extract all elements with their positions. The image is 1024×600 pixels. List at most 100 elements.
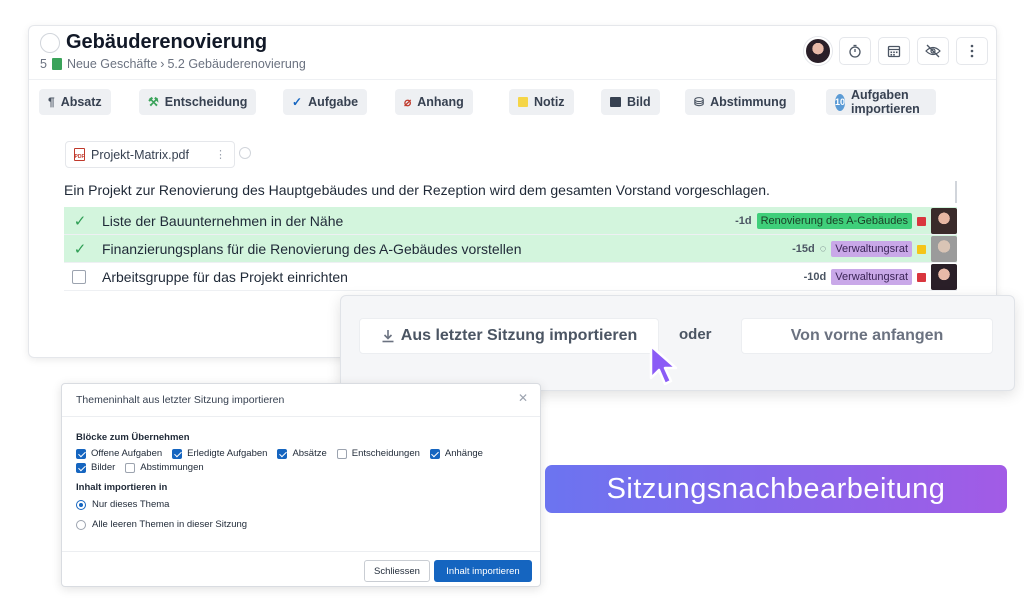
checkbox-erledigte-aufgaben[interactable]: Erledigte Aufgaben: [172, 448, 267, 459]
timer-button[interactable]: [839, 37, 871, 65]
calendar-button[interactable]: [878, 37, 910, 65]
pdf-icon: PDF: [74, 148, 85, 161]
radio-this-topic[interactable]: Nur dieses Thema: [76, 499, 169, 510]
close-button[interactable]: Schliessen: [364, 560, 430, 582]
feature-banner: Sitzungsnachbearbeitung: [545, 465, 1007, 513]
aufgaben-importieren-label: Aufgaben importieren: [851, 88, 920, 116]
due-days: -1d: [735, 215, 752, 227]
due-days: -10d: [803, 271, 827, 283]
priority-indicator[interactable]: [917, 216, 926, 226]
checkmark-icon[interactable]: ✓: [64, 212, 96, 230]
checkmark-icon: ✓: [292, 95, 303, 109]
start-fresh-button[interactable]: Von vorne anfangen: [741, 318, 993, 354]
priority-indicator[interactable]: [917, 272, 926, 282]
checkmark-icon[interactable]: ✓: [64, 240, 96, 258]
absatz-button[interactable]: ¶ Absatz: [39, 89, 111, 115]
task-meta: -10d Verwaltungsrat: [804, 263, 957, 291]
hide-button[interactable]: [917, 37, 949, 65]
aufgabe-button[interactable]: ✓ Aufgabe: [283, 89, 368, 115]
breadcrumb: 5 Neue Geschäfte › 5.2 Gebäuderenovierun…: [40, 57, 306, 71]
attachment-filename: Projekt-Matrix.pdf: [91, 147, 189, 162]
gavel-icon: ⚒: [148, 95, 159, 109]
entscheidung-button[interactable]: ⚒ Entscheidung: [139, 89, 257, 115]
paperclip-icon: ⌀: [404, 95, 412, 109]
divider: [62, 416, 540, 417]
import-last-meeting-label: Aus letzter Sitzung importieren: [400, 327, 638, 344]
calendar-icon: [887, 45, 901, 58]
task-meta: -15d ◌ Verwaltungsrat: [792, 235, 957, 263]
checkbox-absaetze[interactable]: Absätze: [277, 448, 327, 459]
abstimmung-label: Abstimmung: [710, 95, 787, 109]
import-dialog: Themeninhalt aus letzter Sitzung importi…: [61, 383, 541, 587]
attachment-chip[interactable]: PDF Projekt-Matrix.pdf ⋮: [65, 141, 235, 168]
task-row[interactable]: ✓ Finanzierungsplans für die Renovierung…: [64, 235, 957, 263]
anhang-label: Anhang: [417, 95, 464, 109]
aufgabe-label: Aufgabe: [308, 95, 359, 109]
checkbox-offene-aufgaben[interactable]: Offene Aufgaben: [76, 448, 162, 459]
abstimmung-button[interactable]: ⛁ Abstimmung: [685, 89, 796, 115]
dialog-title: Themeninhalt aus letzter Sitzung importi…: [76, 394, 285, 406]
checkbox-label: Absätze: [292, 448, 327, 459]
comment-icon[interactable]: ◌: [820, 243, 827, 255]
absatz-label: Absatz: [60, 95, 102, 109]
priority-indicator[interactable]: [917, 244, 926, 254]
import-last-meeting-button[interactable]: Aus letzter Sitzung importieren: [359, 318, 659, 354]
ballot-icon: ⛁: [694, 95, 705, 109]
avatar[interactable]: [931, 236, 957, 262]
task-text[interactable]: Finanzierungsplans für die Renovierung d…: [102, 241, 521, 257]
breadcrumb-item[interactable]: 5.2 Gebäuderenovierung: [167, 57, 305, 71]
task-text[interactable]: Liste der Bauunternehmen in der Nähe: [102, 213, 343, 229]
blocks-checkbox-row: Offene Aufgaben Erledigte Aufgaben Absät…: [76, 448, 493, 459]
task-text[interactable]: Arbeitsgruppe für das Projekt einrichten: [102, 269, 348, 285]
page-title: Gebäuderenovierung: [66, 31, 268, 53]
radio-label: Nur dieses Thema: [92, 499, 170, 510]
import-content-button[interactable]: Inhalt importieren: [434, 560, 532, 582]
task-checkbox[interactable]: [72, 269, 86, 284]
avatar[interactable]: [931, 264, 957, 290]
timer-icon: [849, 44, 861, 58]
anhang-button[interactable]: ⌀ Anhang: [395, 89, 473, 115]
topic-header: Gebäuderenovierung 5 Neue Geschäfte › 5.…: [29, 26, 996, 80]
entscheidung-label: Entscheidung: [164, 95, 248, 109]
task-row[interactable]: Arbeitsgruppe für das Projekt einrichten…: [64, 263, 957, 291]
divider: [62, 551, 540, 552]
topic-tag[interactable]: Verwaltungsrat: [831, 241, 912, 257]
breadcrumb-prefix: 5: [40, 57, 47, 71]
task-row[interactable]: ✓ Liste der Bauunternehmen in der Nähe -…: [64, 207, 957, 235]
bild-button[interactable]: Bild: [601, 89, 660, 115]
radio-all-empty-topics[interactable]: Alle leeren Themen in dieser Sitzung: [76, 519, 247, 530]
more-button[interactable]: [956, 37, 988, 65]
image-icon: [610, 97, 621, 107]
notiz-button[interactable]: Notiz: [509, 89, 574, 115]
due-days: -15d: [792, 243, 815, 255]
aufgaben-importieren-button[interactable]: 10 Aufgaben importieren: [826, 88, 936, 116]
remove-attachment-icon[interactable]: [239, 147, 251, 159]
more-vertical-icon: [970, 44, 974, 58]
paragraph-block[interactable]: Ein Projekt zur Renovierung des Hauptgeb…: [64, 182, 770, 198]
topic-complete-toggle[interactable]: [40, 33, 60, 53]
hide-icon: [925, 44, 941, 58]
header-actions: [804, 37, 988, 65]
avatar[interactable]: [931, 208, 957, 234]
or-label: oder: [679, 326, 712, 343]
blocks-heading: Blöcke zum Übernehmen: [76, 432, 190, 443]
notiz-label: Notiz: [534, 95, 565, 109]
breadcrumb-section[interactable]: Neue Geschäfte: [67, 57, 157, 71]
import-into-heading: Inhalt importieren in: [76, 482, 168, 493]
avatar[interactable]: [804, 37, 832, 65]
download-icon: [382, 330, 394, 343]
book-icon: [51, 58, 62, 70]
topic-tag[interactable]: Verwaltungsrat: [831, 269, 912, 285]
scrollbar[interactable]: [955, 181, 957, 203]
checkbox-label: Entscheidungen: [351, 448, 420, 459]
topic-tag[interactable]: Renovierung des A-Gebäudes: [756, 213, 912, 229]
checkbox-abstimmungen[interactable]: Abstimmungen: [125, 462, 204, 473]
blocks-checkbox-row: Bilder Abstimmungen: [76, 462, 214, 473]
close-icon[interactable]: ✕: [518, 391, 528, 405]
checkbox-bilder[interactable]: Bilder: [76, 462, 115, 473]
drag-handle-icon[interactable]: ⋮: [215, 148, 226, 161]
import-count-badge: 10: [835, 93, 846, 111]
mouse-cursor-icon: [649, 344, 678, 386]
checkbox-anhaenge[interactable]: Anhänge: [429, 448, 483, 459]
checkbox-entscheidungen[interactable]: Entscheidungen: [336, 448, 420, 459]
